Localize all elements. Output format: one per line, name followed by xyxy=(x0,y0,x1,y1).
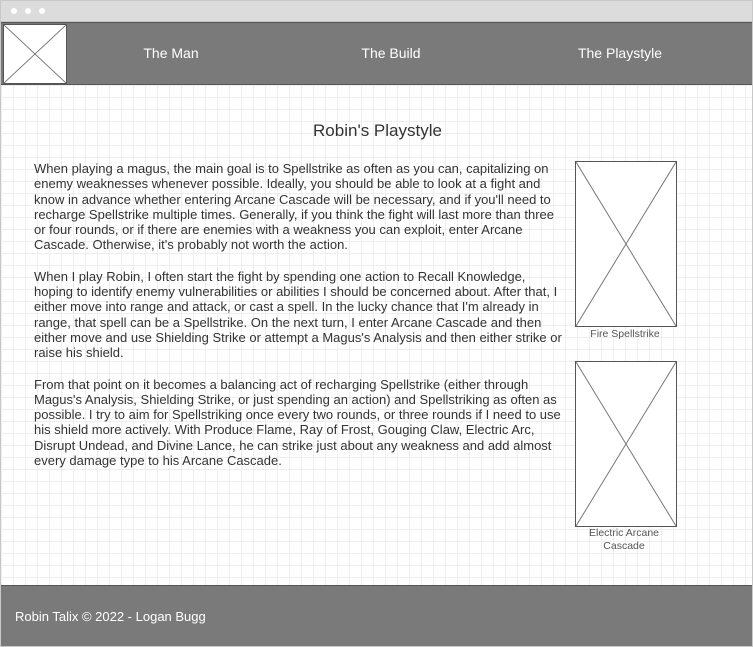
footer-copyright: Robin Talix © 2022 - Logan Bugg xyxy=(15,609,206,624)
paragraph: From that point on it becomes a balancin… xyxy=(34,376,561,469)
figure-caption: Fire Spellstrike xyxy=(590,328,660,340)
article-body: When playing a magus, the main goal is t… xyxy=(34,161,562,484)
footer: Robin Talix © 2022 - Logan Bugg xyxy=(1,585,752,646)
window-minimize-dot[interactable] xyxy=(25,8,31,14)
nav-link-the-build[interactable]: The Build xyxy=(341,23,441,84)
paragraph: When I play Robin, I often start the fig… xyxy=(34,268,562,361)
figure-caption: Electric Arcane Cascade xyxy=(588,527,660,552)
logo-placeholder-image[interactable] xyxy=(3,24,67,84)
paragraph: When playing a magus, the main goal is t… xyxy=(34,161,554,253)
window-titlebar xyxy=(1,1,752,22)
window-close-dot[interactable] xyxy=(11,8,17,14)
page-title: Robin's Playstyle xyxy=(313,121,442,140)
window-maximize-dot[interactable] xyxy=(39,8,45,14)
browser-window: The Man The Build The Playstyle Robin's … xyxy=(0,0,753,647)
navbar: The Man The Build The Playstyle xyxy=(1,22,752,85)
nav-link-the-man[interactable]: The Man xyxy=(121,23,221,84)
fire-spellstrike-image-placeholder xyxy=(575,161,677,327)
nav-link-the-playstyle[interactable]: The Playstyle xyxy=(565,23,675,84)
electric-arcane-cascade-image-placeholder xyxy=(575,361,677,527)
